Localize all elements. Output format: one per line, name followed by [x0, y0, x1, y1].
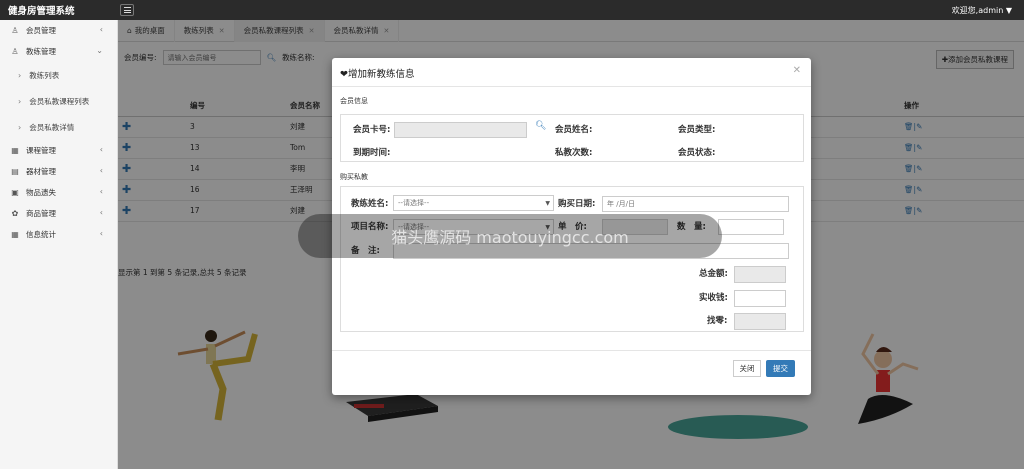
chevron-left-icon: ‹ — [99, 25, 103, 34]
sidebar-item-label: 物品遗失 — [26, 188, 56, 197]
search-icon[interactable]: 🔍︎ — [535, 121, 546, 131]
card-no-input[interactable] — [394, 122, 527, 138]
coach-select[interactable]: --请选择-- ▼ — [393, 195, 554, 211]
app-title: 健身房管理系统 — [8, 6, 75, 17]
card-no-label: 会员卡号: — [353, 125, 391, 135]
buy-date-input[interactable]: 年 /月/日 — [602, 196, 789, 212]
sidebar-item-label: 商品管理 — [26, 209, 56, 218]
box-icon: ▣ — [11, 188, 19, 197]
member-status-label: 会员状态: — [678, 148, 716, 158]
member-type-label: 会员类型: — [678, 125, 716, 135]
sidebar-item-label: 信息统计 — [26, 230, 56, 239]
sidebar-item-goods[interactable]: ✿ 商品管理 ‹ — [0, 203, 117, 224]
user-menu[interactable]: 欢迎您,admin ▼ — [952, 5, 1012, 16]
sessions-label: 私教次数: — [555, 148, 593, 158]
sidebar-subitem-private-course-list[interactable]: › 会员私教课程列表 — [0, 88, 117, 114]
equipment-icon: ▤ — [11, 167, 19, 176]
chevron-left-icon: ‹ — [99, 166, 103, 175]
close-button[interactable]: 关闭 — [733, 360, 761, 377]
watermark: 猫头鹰源码 maotouyingcc.com — [298, 214, 722, 258]
divider — [332, 86, 811, 87]
sidebar-item-equipment[interactable]: ▤ 器材管理 ‹ — [0, 161, 117, 182]
calendar-icon: ▦ — [11, 146, 19, 155]
change-label: 找零: — [707, 316, 728, 326]
buy-private-box: 教练姓名: --请选择-- ▼ 购买日期: 年 /月/日 项目名称: --请选择… — [340, 186, 804, 332]
divider — [332, 350, 811, 351]
chevron-left-icon: ‹ — [99, 229, 103, 238]
sidebar-item-label: 教练列表 — [29, 70, 60, 80]
sidebar-subitem-coach-list[interactable]: › 教练列表 — [0, 62, 117, 88]
sidebar-item-label: 教练管理 — [26, 47, 56, 56]
caret-down-icon: ▼ — [545, 200, 550, 207]
chevron-left-icon: ‹ — [99, 187, 103, 196]
grid-icon: ▦ — [11, 230, 19, 239]
shop-icon: ✿ — [11, 209, 19, 218]
sidebar-item-label: 器材管理 — [26, 167, 56, 176]
chevron-left-icon: ‹ — [99, 208, 103, 217]
modal-title: ❤增加新教练信息 — [340, 69, 415, 80]
sidebar-item-course[interactable]: ▦ 课程管理 ‹ — [0, 140, 117, 161]
member-name-label: 会员姓名: — [555, 125, 593, 135]
chevron-left-icon: ‹ — [99, 145, 103, 154]
select-value: --请选择-- — [398, 199, 430, 207]
paid-input[interactable] — [734, 290, 786, 307]
coach-name-label: 教练姓名: — [351, 199, 389, 209]
sidebar-item-member[interactable]: ♙ 会员管理 ‹ — [0, 20, 117, 41]
top-bar: 健身房管理系统 欢迎您,admin ▼ — [0, 0, 1024, 20]
close-icon[interactable]: ✕ — [793, 65, 801, 76]
sidebar-item-stats[interactable]: ▦ 信息统计 ‹ — [0, 224, 117, 245]
total-amount-label: 总金额: — [699, 269, 728, 279]
sidebar-item-label: 会员管理 — [26, 26, 56, 35]
chevron-right-icon: › — [18, 122, 22, 132]
user-icon: ♙ — [11, 26, 19, 35]
chevron-right-icon: › — [18, 96, 22, 106]
buy-date-label: 购买日期: — [558, 199, 596, 209]
section-member-info: 会员信息 — [340, 97, 368, 105]
total-amount-input[interactable] — [734, 266, 786, 283]
submit-button[interactable]: 提交 — [766, 360, 795, 377]
chevron-down-icon: ⌄ — [96, 46, 103, 55]
sidebar-item-coach[interactable]: ♙ 教练管理 ⌄ — [0, 41, 117, 62]
menu-toggle-button[interactable] — [120, 4, 134, 16]
sidebar-item-label: 会员私教详情 — [29, 122, 75, 132]
quantity-input[interactable] — [718, 219, 784, 235]
sidebar-item-label: 会员私教课程列表 — [29, 96, 90, 106]
sidebar-item-lost[interactable]: ▣ 物品遗失 ‹ — [0, 182, 117, 203]
date-placeholder: 年 /月/日 — [607, 200, 635, 208]
member-info-box: 会员卡号: 🔍︎ 会员姓名: 会员类型: 到期时间: 私教次数: 会员状态: — [340, 114, 804, 162]
expire-label: 到期时间: — [353, 148, 391, 158]
sidebar: ♙ 会员管理 ‹ ♙ 教练管理 ⌄ › 教练列表 › 会员私教课程列表 › 会员… — [0, 20, 118, 469]
user-group-icon: ♙ — [11, 47, 19, 56]
section-buy-private: 购买私教 — [340, 173, 368, 181]
sidebar-subitem-private-detail[interactable]: › 会员私教详情 — [0, 114, 117, 140]
paid-label: 实收钱: — [699, 293, 728, 303]
sidebar-item-label: 课程管理 — [26, 146, 56, 155]
change-input[interactable] — [734, 313, 786, 330]
chevron-right-icon: › — [18, 70, 22, 80]
